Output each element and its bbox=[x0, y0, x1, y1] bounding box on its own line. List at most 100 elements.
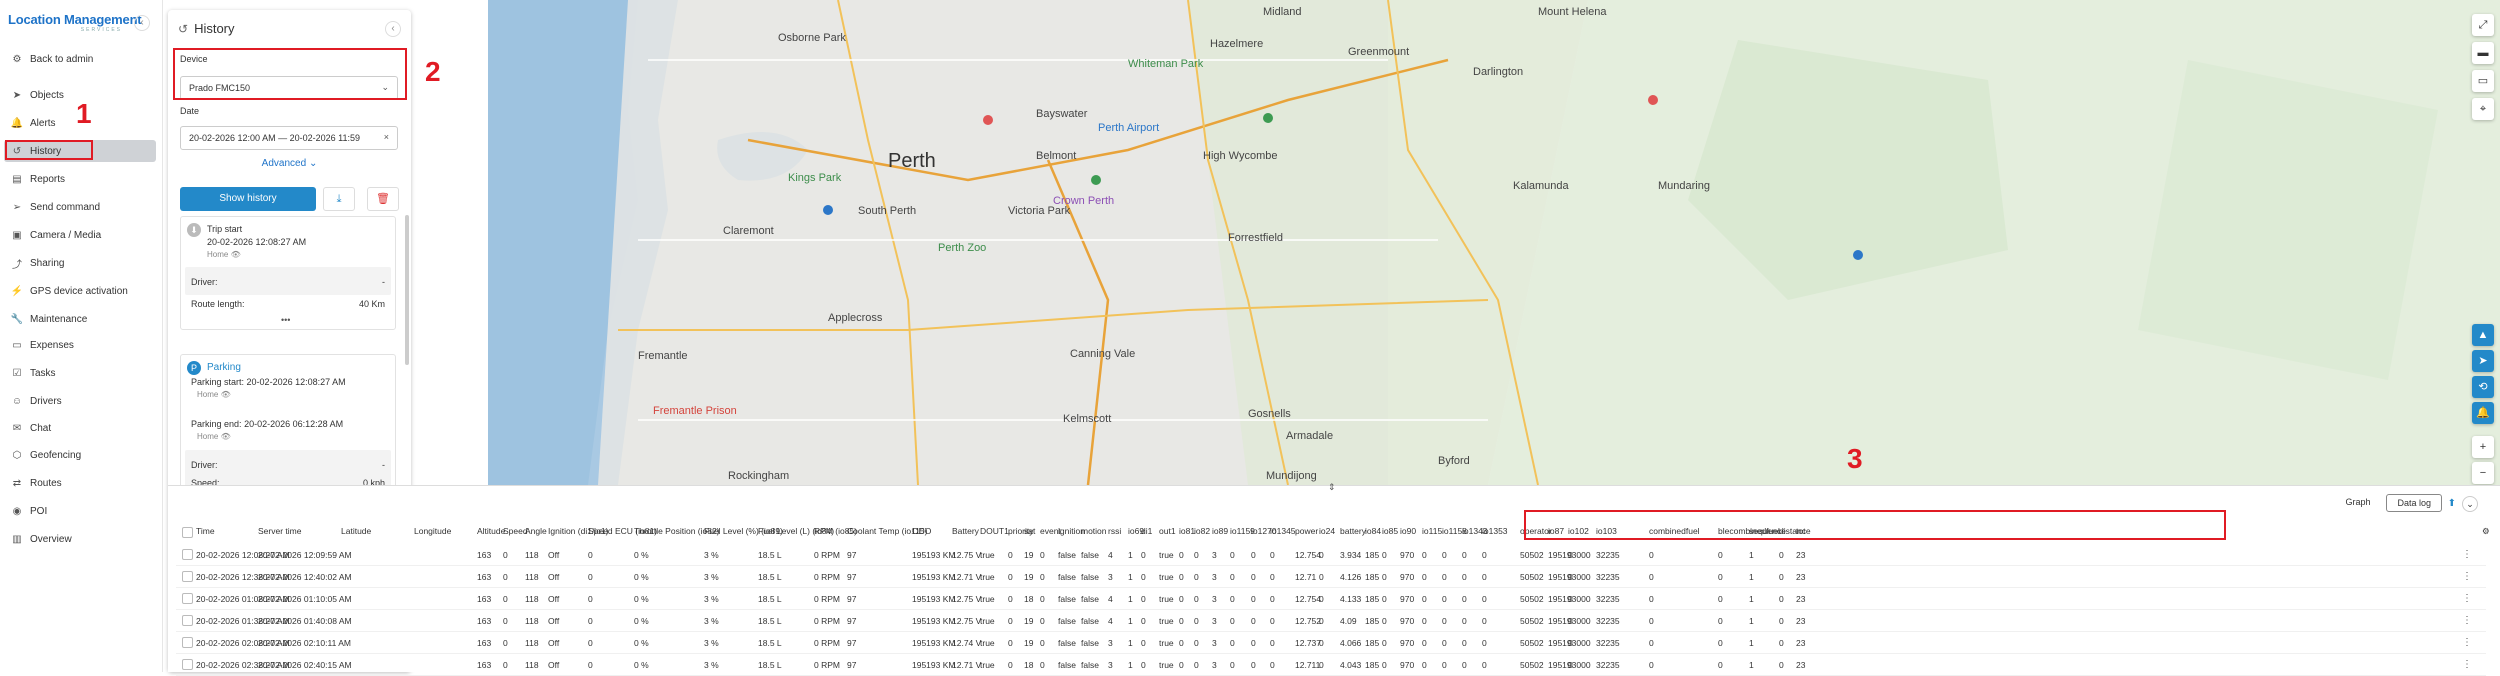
column-header[interactable]: io115 bbox=[1422, 526, 1442, 536]
layers-button[interactable]: ▭ bbox=[2472, 70, 2494, 92]
select-all-checkbox[interactable] bbox=[182, 527, 193, 538]
column-header[interactable]: io1353 bbox=[1482, 526, 1508, 536]
row-menu-icon[interactable]: ⋮ bbox=[2462, 571, 2472, 582]
sidebar-item-reports[interactable]: ▤ Reports bbox=[4, 168, 156, 190]
delete-button[interactable]: 🗑 bbox=[367, 187, 399, 211]
panel-collapse-button[interactable]: ‹ bbox=[385, 21, 401, 37]
column-header[interactable]: Latitude bbox=[341, 526, 371, 536]
column-header[interactable]: rssi bbox=[1108, 526, 1121, 536]
table-cell: 0 bbox=[1779, 616, 1784, 626]
collapse-panel-button[interactable]: ⌄ bbox=[2462, 496, 2478, 512]
zoom-out-button[interactable]: − bbox=[2472, 462, 2494, 484]
row-checkbox[interactable] bbox=[182, 593, 193, 604]
zoom-in-button[interactable]: + bbox=[2472, 436, 2494, 458]
tab-graph[interactable]: Graph bbox=[2335, 494, 2380, 512]
row-checkbox[interactable] bbox=[182, 571, 193, 582]
table-row[interactable]: 20-02-2026 02:08:27 AM 20-02-2026 02:10:1… bbox=[176, 632, 2486, 654]
show-history-button[interactable]: Show history bbox=[180, 187, 316, 211]
row-menu-icon[interactable]: ⋮ bbox=[2462, 659, 2472, 670]
ruler-button[interactable]: ▬ bbox=[2472, 42, 2494, 64]
table-row[interactable]: 20-02-2026 01:38:27 AM 20-02-2026 01:40:0… bbox=[176, 610, 2486, 632]
row-checkbox[interactable] bbox=[182, 549, 193, 560]
table-cell: 0 bbox=[503, 550, 508, 560]
row-checkbox[interactable] bbox=[182, 659, 193, 670]
column-header[interactable]: Battery bbox=[952, 526, 979, 536]
trip-start-card[interactable]: ⬇ Trip start 20-02-2026 12:08:27 AM Home… bbox=[180, 216, 396, 330]
row-menu-icon[interactable]: ⋮ bbox=[2462, 549, 2472, 560]
pin-icon[interactable]: ⬆ bbox=[2448, 498, 2456, 509]
sidebar-item-overview[interactable]: ▥ Overview bbox=[4, 528, 156, 550]
column-header[interactable]: io89 bbox=[1212, 526, 1228, 536]
column-header[interactable]: power bbox=[1295, 526, 1318, 536]
table-row[interactable]: 20-02-2026 01:08:27 AM 20-02-2026 01:10:0… bbox=[176, 588, 2486, 610]
map[interactable]: Perth Midland Osborne Park Bayswater Hazelme… bbox=[488, 0, 2500, 485]
locate-button[interactable]: ⌖ bbox=[2472, 98, 2494, 120]
table-cell: 0 bbox=[1482, 638, 1487, 648]
sidebar-item-back-to-admin[interactable]: ⚙ Back to admin bbox=[4, 48, 156, 70]
panel-scrollbar[interactable] bbox=[405, 215, 409, 365]
table-cell: 32235 bbox=[1596, 616, 1620, 626]
map-tool-button-2[interactable]: ➤ bbox=[2472, 350, 2494, 372]
column-header[interactable]: Time bbox=[196, 526, 215, 536]
eye-icon[interactable]: 👁 bbox=[221, 390, 231, 399]
fullscreen-button[interactable]: ⤢ bbox=[2472, 14, 2494, 36]
table-cell: 0 bbox=[1251, 638, 1256, 648]
sidebar-item-tasks[interactable]: ☑ Tasks bbox=[4, 362, 156, 384]
row-menu-icon[interactable]: ⋮ bbox=[2462, 615, 2472, 626]
column-header[interactable]: io1345 bbox=[1270, 526, 1296, 536]
column-header[interactable]: Speed bbox=[503, 526, 528, 536]
column-header[interactable]: io81 bbox=[1179, 526, 1195, 536]
column-header[interactable]: io24 bbox=[1319, 526, 1335, 536]
column-header[interactable]: io90 bbox=[1400, 526, 1416, 536]
sidebar-item-poi[interactable]: ◉ POI bbox=[4, 500, 156, 522]
sidebar-item-expenses[interactable]: ▭ Expenses bbox=[4, 334, 156, 356]
more-button[interactable]: ••• bbox=[281, 315, 290, 325]
column-header[interactable]: Angle bbox=[525, 526, 547, 536]
table-row[interactable]: 20-02-2026 02:38:27 AM 20-02-2026 02:40:1… bbox=[176, 654, 2486, 676]
download-button[interactable]: ⤓ bbox=[323, 187, 355, 211]
row-checkbox[interactable] bbox=[182, 615, 193, 626]
sidebar-collapse-button[interactable]: ‹ bbox=[134, 15, 150, 31]
column-header[interactable]: di1 bbox=[1141, 526, 1152, 536]
row-menu-icon[interactable]: ⋮ bbox=[2462, 593, 2472, 604]
column-header[interactable]: ODO bbox=[912, 526, 931, 536]
column-header[interactable]: sat bbox=[1024, 526, 1035, 536]
column-header[interactable]: motion bbox=[1081, 526, 1107, 536]
table-cell: 20-02-2026 12:40:02 AM bbox=[258, 572, 352, 582]
row-menu-icon[interactable]: ⋮ bbox=[2462, 637, 2472, 648]
sidebar-item-camera-media[interactable]: ▣ Camera / Media bbox=[4, 224, 156, 246]
table-cell: false bbox=[1058, 660, 1076, 670]
column-header[interactable]: io82 bbox=[1194, 526, 1210, 536]
eye-icon[interactable]: 👁 bbox=[231, 250, 241, 259]
eye-icon[interactable]: 👁 bbox=[221, 432, 231, 441]
sidebar-item-drivers[interactable]: ☺ Drivers bbox=[4, 390, 156, 412]
table-row[interactable]: 20-02-2026 12:38:27 AM 20-02-2026 12:40:0… bbox=[176, 566, 2486, 588]
column-header[interactable]: Server time bbox=[258, 526, 301, 536]
advanced-toggle[interactable]: Advanced ⌄ bbox=[168, 158, 411, 169]
map-tool-button-1[interactable]: ▲ bbox=[2472, 324, 2494, 346]
resize-handle-icon[interactable]: ⇕ bbox=[1328, 482, 1336, 493]
row-checkbox[interactable] bbox=[182, 637, 193, 648]
column-header[interactable]: battery bbox=[1340, 526, 1366, 536]
table-cell: 0 bbox=[1718, 660, 1723, 670]
sidebar-item-send-command[interactable]: ➢ Send command bbox=[4, 196, 156, 218]
map-tool-button-3[interactable]: ⟲ bbox=[2472, 376, 2494, 398]
column-header[interactable]: out1 bbox=[1159, 526, 1176, 536]
sidebar-item-geofencing[interactable]: ⬡ Geofencing bbox=[4, 444, 156, 466]
map-tool-button-4[interactable]: 🔔 bbox=[2472, 402, 2494, 424]
table-row[interactable]: 20-02-2026 12:08:27 AM 20-02-2026 12:09:5… bbox=[176, 544, 2486, 566]
sidebar-item-sharing[interactable]: ⤴ Sharing bbox=[4, 252, 156, 274]
column-header[interactable]: Altitude bbox=[477, 526, 505, 536]
sidebar-item-routes[interactable]: ⇄ Routes bbox=[4, 472, 156, 494]
column-settings-icon[interactable]: ⚙ bbox=[2482, 526, 2490, 537]
tab-data-log[interactable]: Data log bbox=[2386, 494, 2442, 512]
date-range-input[interactable]: 20-02-2026 12:00 AM — 20-02-2026 11:59 × bbox=[180, 126, 398, 150]
sidebar-item-chat[interactable]: ✉ Chat bbox=[4, 417, 156, 439]
column-header[interactable]: io85 bbox=[1382, 526, 1398, 536]
sidebar-item-gps-device-activation[interactable]: ⚡ GPS device activation bbox=[4, 280, 156, 302]
column-header[interactable]: io84 bbox=[1365, 526, 1381, 536]
clear-icon[interactable]: × bbox=[384, 132, 389, 142]
column-header[interactable]: Longitude bbox=[414, 526, 451, 536]
column-header[interactable]: DOUT1 bbox=[980, 526, 1009, 536]
sidebar-item-maintenance[interactable]: 🔧 Maintenance bbox=[4, 308, 156, 330]
